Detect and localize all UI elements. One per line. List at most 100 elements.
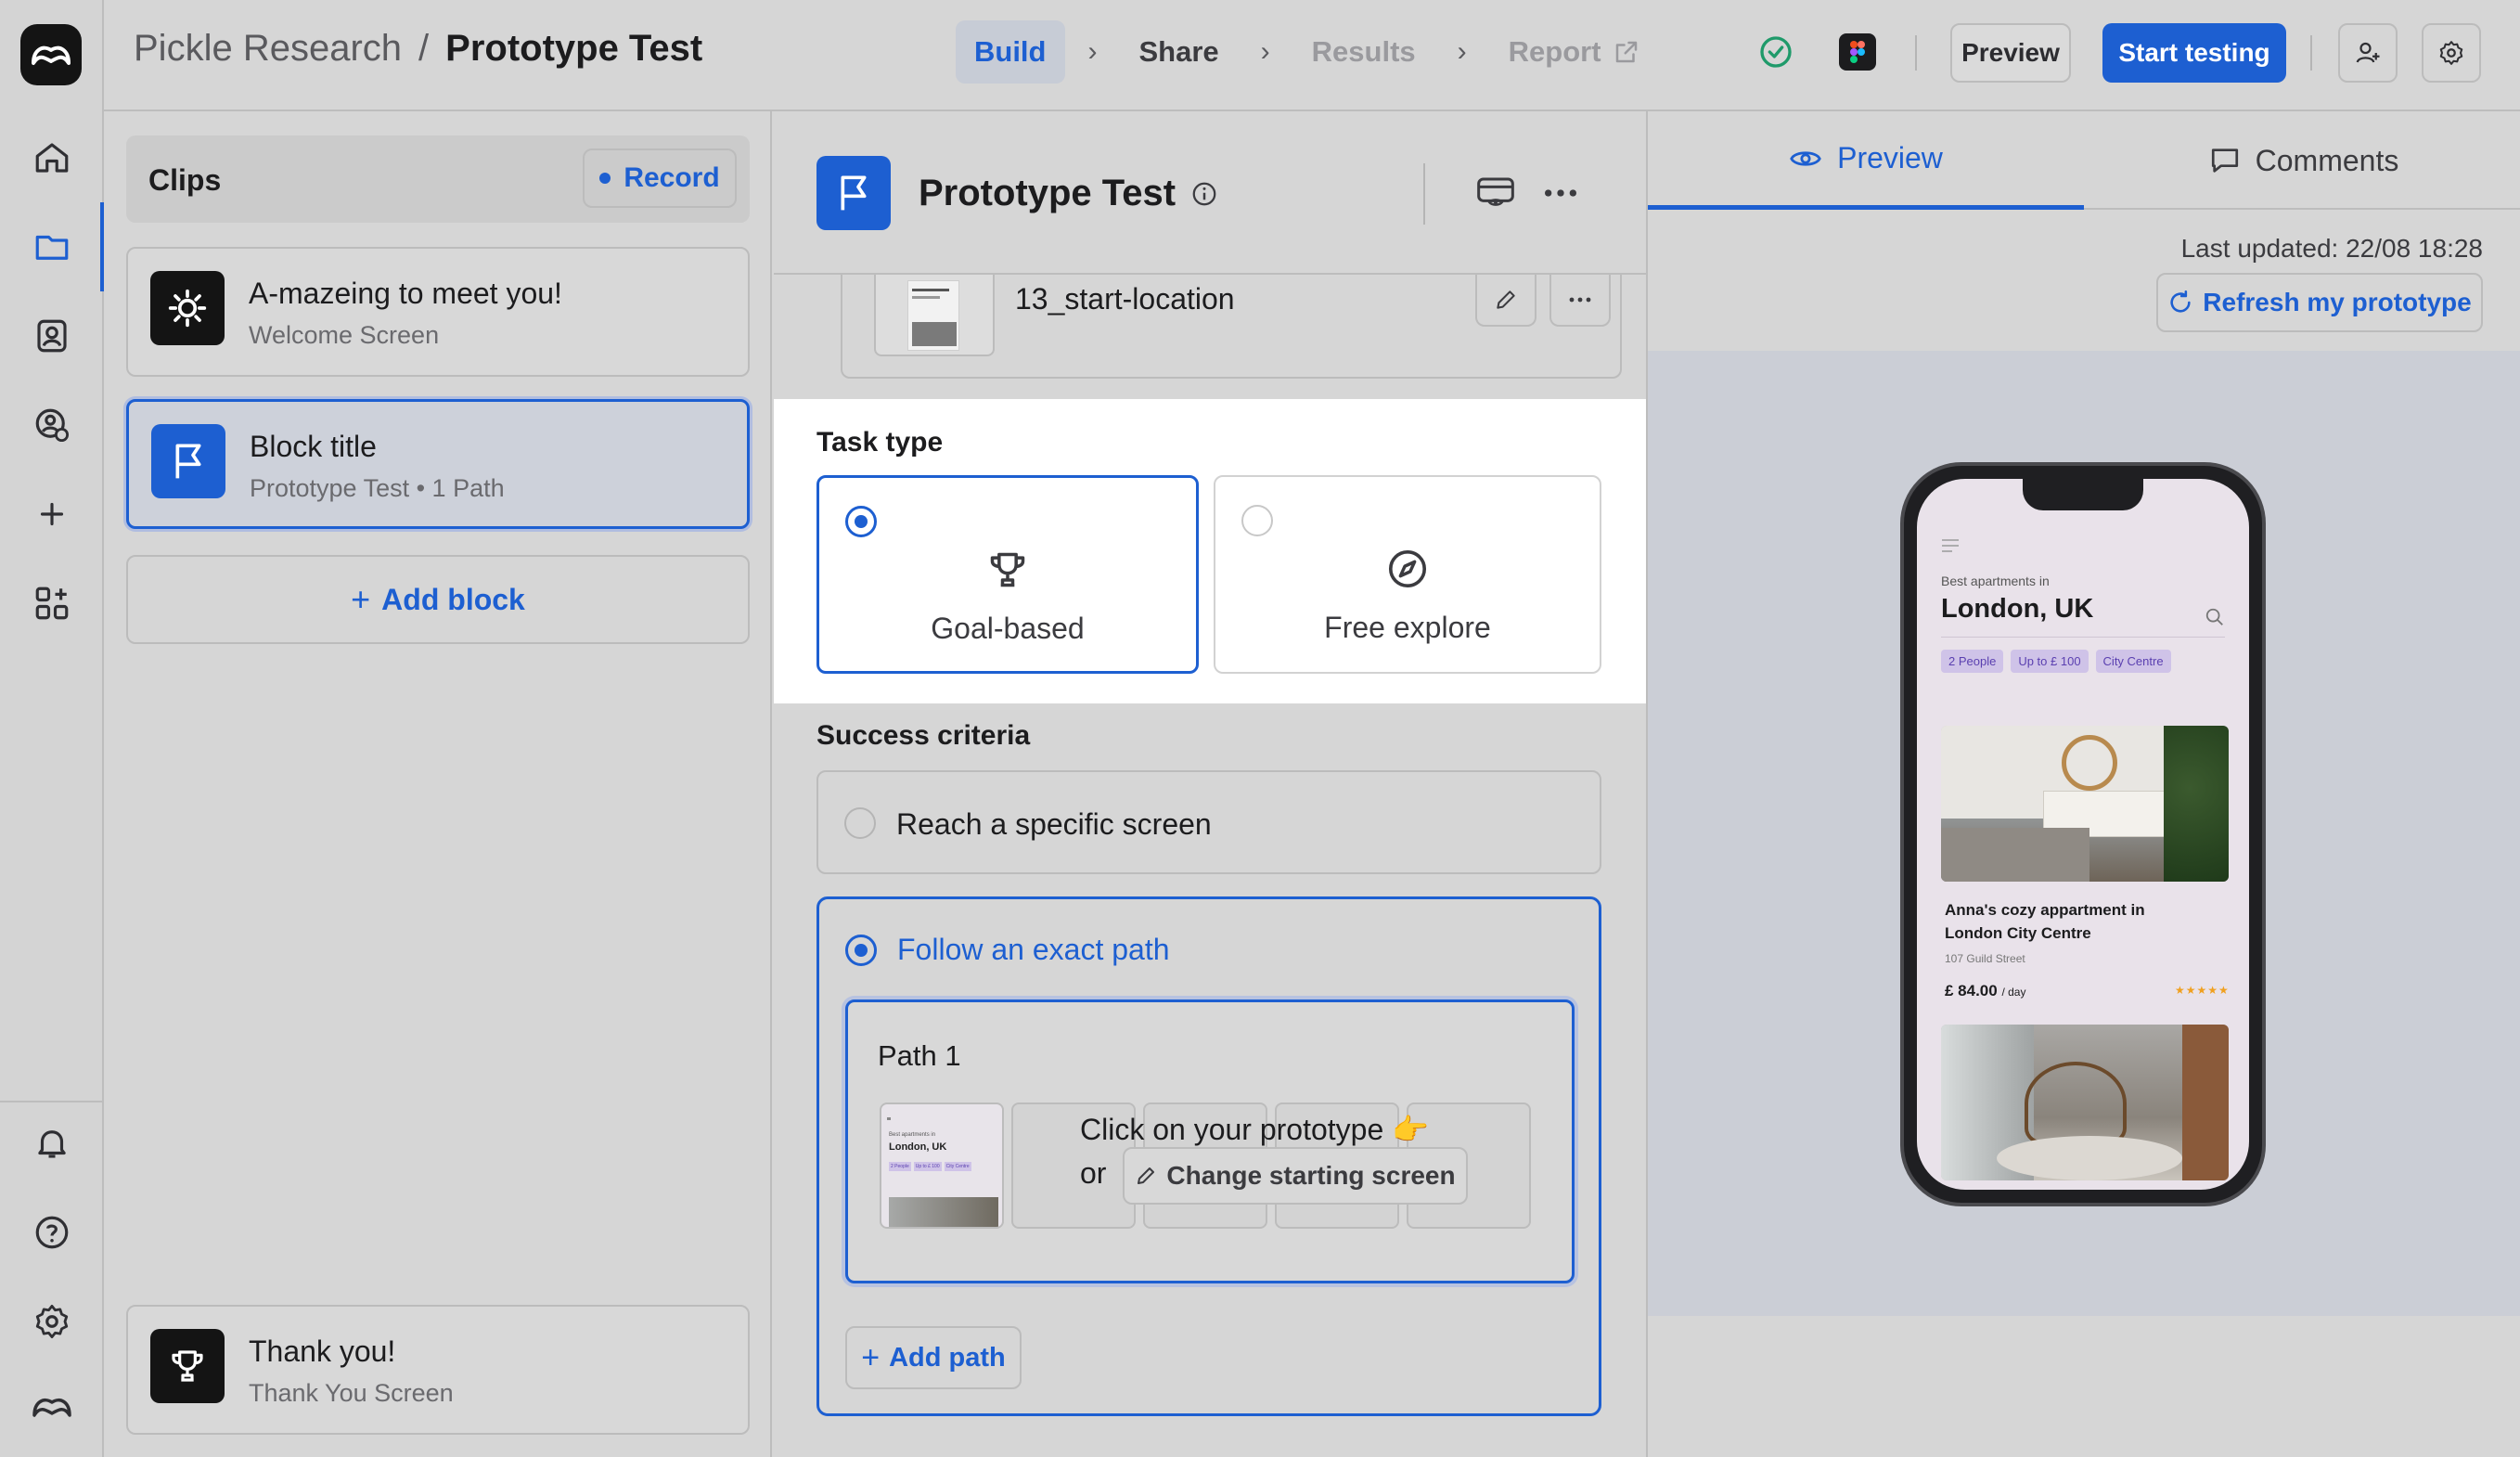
block-welcome[interactable]: A-mazeing to meet you! Welcome Screen: [126, 247, 750, 377]
filter-chips: 2 People Up to £ 100 City Centre: [1941, 650, 2171, 673]
breadcrumb-separator: /: [418, 28, 430, 69]
refresh-prototype-button[interactable]: Refresh my prototype: [2156, 273, 2483, 332]
step-results[interactable]: Results: [1293, 20, 1434, 84]
left-rail: [0, 0, 104, 1457]
edit-screen-button[interactable]: [1475, 275, 1536, 327]
external-link-icon: [1615, 41, 1637, 63]
step-report[interactable]: Report: [1490, 20, 1659, 84]
phone-preview[interactable]: Best apartments in London, UK 2 People U…: [1900, 462, 2266, 1206]
preview-mode-icon[interactable]: [1475, 174, 1516, 216]
step-report-label: Report: [1508, 35, 1601, 68]
add-block-button[interactable]: + Add block: [126, 555, 750, 644]
phone-screen[interactable]: Best apartments in London, UK 2 People U…: [1917, 479, 2249, 1190]
phone-notch: [2023, 479, 2143, 510]
radio-unselected[interactable]: [1241, 505, 1273, 536]
record-label: Record: [624, 162, 720, 193]
tab-preview-label: Preview: [1837, 141, 1943, 174]
listing-price: £ 84.00 / day: [1945, 982, 2025, 1000]
pencil-icon: [1497, 290, 1515, 309]
editor-title-row: Prototype Test: [919, 173, 1218, 214]
listing-photo[interactable]: [1941, 1025, 2229, 1180]
radio-unselected[interactable]: [844, 807, 876, 839]
breadcrumb-project[interactable]: Prototype Test: [445, 28, 702, 70]
invite-user-button[interactable]: [2338, 23, 2398, 83]
add-path-label: Add path: [889, 1342, 1006, 1373]
filter-chip[interactable]: 2 People: [1941, 650, 2004, 673]
menu-icon[interactable]: [1941, 538, 1960, 558]
rail-home-icon[interactable]: [26, 132, 78, 184]
app-logo[interactable]: [20, 24, 82, 85]
trophy-icon: [819, 548, 1196, 591]
task-type-section: Task type Goal-based Free explore: [774, 399, 1646, 703]
tab-preview[interactable]: Preview: [1648, 111, 2084, 210]
path-screen-thumbnail[interactable]: Best apartments in London, UK 2 People U…: [880, 1102, 1004, 1229]
filter-chip[interactable]: Up to £ 100: [2011, 650, 2089, 673]
block-title: Thank you!: [249, 1335, 396, 1368]
breadcrumb-org[interactable]: Pickle Research: [134, 28, 402, 70]
preview-tabs: Preview Comments: [1648, 111, 2520, 210]
listing-photo[interactable]: [1941, 726, 2229, 882]
thumb-subtitle: Best apartments in: [889, 1132, 936, 1138]
refresh-label: Refresh my prototype: [2203, 288, 2472, 316]
more-horizontal-icon: [1569, 297, 1591, 303]
prototype-canvas: Best apartments in London, UK 2 People U…: [1648, 351, 2520, 1316]
listing-title-line: Anna's cozy appartment in: [1945, 901, 2145, 919]
rail-add-icon[interactable]: [26, 488, 78, 540]
path-title: Path 1: [878, 1039, 961, 1072]
radio-selected[interactable]: [845, 935, 877, 966]
eye-icon: [1790, 150, 1821, 166]
path-card[interactable]: Path 1 Best apartments in London, UK 2 P…: [845, 999, 1575, 1283]
start-screen-thumbnail: [874, 275, 995, 356]
gear-icon: [2439, 41, 2463, 65]
start-screen-row: 13_start-location: [841, 275, 1622, 379]
search-icon[interactable]: [2205, 607, 2225, 632]
editor-title: Prototype Test: [919, 173, 1176, 213]
change-starting-screen-button[interactable]: Change starting screen: [1123, 1147, 1468, 1205]
breadcrumb: Pickle Research / Prototype Test: [134, 28, 702, 70]
thumb-city: London, UK: [889, 1141, 947, 1153]
rail-bell-icon[interactable]: [26, 1117, 78, 1169]
rail-integrations-icon[interactable]: [26, 577, 78, 629]
figma-icon[interactable]: [1839, 33, 1876, 71]
task-type-free-label: Free explore: [1324, 611, 1491, 644]
criteria-follow-path[interactable]: Follow an exact path Path 1 Best apartme…: [816, 896, 1601, 1416]
listing-title[interactable]: Anna's cozy appartment in London City Ce…: [1945, 898, 2145, 945]
clips-panel: Clips Record A-mazeing to meet you! Welc…: [104, 111, 772, 1457]
step-build[interactable]: Build: [956, 20, 1065, 84]
start-testing-button[interactable]: Start testing: [2102, 23, 2286, 83]
rail-folder-icon[interactable]: [26, 221, 78, 273]
rail-brand-icon[interactable]: [26, 1381, 78, 1433]
start-screen-name: 13_start-location: [1015, 282, 1235, 316]
rail-help-icon[interactable]: [26, 1206, 78, 1258]
more-options-icon[interactable]: [1540, 174, 1581, 216]
block-subtitle: Thank You Screen: [249, 1379, 454, 1407]
pencil-icon: [1138, 1167, 1155, 1184]
listing-rating: ★★★★★: [2175, 984, 2230, 997]
record-button[interactable]: Record: [583, 148, 737, 208]
block-prototype-test[interactable]: Block title Prototype Test • 1 Path: [126, 399, 750, 529]
preview-button[interactable]: Preview: [1950, 23, 2071, 83]
rail-settings-icon[interactable]: [26, 1296, 78, 1347]
toolbar-divider: [2310, 35, 2312, 71]
clips-header: Clips Record: [126, 135, 750, 223]
filter-chip[interactable]: City Centre: [2095, 650, 2171, 673]
task-type-goal-based[interactable]: Goal-based: [816, 475, 1199, 674]
chevron-right-icon: ›: [1457, 36, 1467, 67]
criteria-reach-screen[interactable]: Reach a specific screen: [816, 770, 1601, 874]
info-icon[interactable]: [1190, 180, 1218, 208]
radio-selected[interactable]: [845, 506, 877, 537]
header-divider: [1423, 163, 1425, 225]
rail-participants-icon[interactable]: [26, 399, 78, 451]
add-path-button[interactable]: + Add path: [845, 1326, 1022, 1389]
step-share[interactable]: Share: [1121, 20, 1238, 84]
tab-comments-label: Comments: [2255, 143, 2399, 177]
task-type-label: Task type: [816, 427, 944, 458]
listing-address: 107 Guild Street: [1945, 952, 2025, 965]
block-thank-you[interactable]: Thank you! Thank You Screen: [126, 1305, 750, 1435]
rail-contacts-icon[interactable]: [26, 310, 78, 362]
screen-more-button[interactable]: [1549, 275, 1611, 327]
check-circle-icon[interactable]: [1757, 33, 1794, 75]
tab-comments[interactable]: Comments: [2086, 111, 2520, 210]
task-type-free-explore[interactable]: Free explore: [1214, 475, 1601, 674]
project-settings-button[interactable]: [2422, 23, 2481, 83]
